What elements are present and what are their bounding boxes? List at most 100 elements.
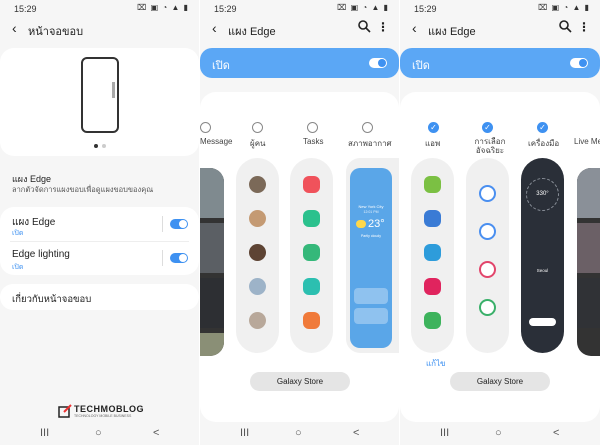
back-button[interactable]: < — [153, 427, 159, 439]
recent-apps-button[interactable]: III — [440, 427, 449, 439]
home-button[interactable]: ○ — [295, 427, 302, 439]
back-arrow-icon[interactable]: ‹ — [212, 20, 217, 36]
page-title: แผง Edge — [428, 26, 476, 38]
divider — [162, 250, 163, 266]
photo-thumbnail — [577, 168, 600, 218]
status-icons: ⌧ ▣ ◔ ▲ ▮ — [137, 3, 189, 12]
edge-lighting-toggle[interactable] — [170, 253, 188, 263]
flower-icon — [424, 278, 441, 295]
back-arrow-icon[interactable]: ‹ — [412, 20, 417, 36]
recent-apps-button[interactable]: III — [40, 427, 49, 439]
page-title: หน้าจอขอบ — [28, 26, 84, 38]
status-bar: 15:29 ⌧ ▣ ◔ ▲ ▮ — [400, 0, 600, 16]
watermark-subtitle: TECHNOLOGY MOBILE BUSINESS — [74, 414, 132, 418]
scan-icon — [303, 278, 320, 295]
clock-icon — [424, 210, 441, 227]
galaxy-store-button[interactable]: Galaxy Store — [250, 372, 350, 391]
calibrate-button[interactable] — [529, 318, 556, 326]
edge-screen-settings-panel: 15:29 ⌧ ▣ ◔ ▲ ▮ ‹ หน้าจอขอบ แผง Edge ลาก… — [0, 0, 199, 445]
weather-description: Partly cloudy — [360, 234, 382, 238]
checkmark-icon[interactable]: ✓ — [537, 122, 548, 133]
master-switch-bar[interactable]: เปิด — [400, 48, 600, 78]
checkmark-icon[interactable]: ✓ — [482, 122, 493, 133]
people-panel-preview[interactable] — [236, 158, 279, 353]
back-arrow-icon[interactable]: ‹ — [12, 20, 17, 36]
photo-thumbnail — [577, 278, 600, 328]
master-switch-bar[interactable]: เปิด — [200, 48, 399, 78]
panel-label-message: Message — [200, 137, 233, 146]
compass-city: Seoul — [536, 268, 549, 273]
photo-thumbnail — [200, 223, 224, 273]
back-button[interactable]: < — [553, 427, 559, 439]
more-options-icon[interactable]: ⋮ — [377, 20, 389, 34]
edge-lighting-label: Edge lighting — [12, 249, 70, 260]
message-panel-preview[interactable] — [200, 168, 224, 356]
message-icon — [303, 210, 320, 227]
more-options-icon[interactable]: ⋮ — [578, 20, 590, 34]
status-bar: 15:29 ⌧ ▣ ◔ ▲ ▮ — [200, 0, 399, 16]
photo-thumbnail — [577, 223, 600, 273]
about-edge-screen-row[interactable]: เกี่ยวกับหน้าจอขอบ — [0, 284, 199, 310]
edge-panels-toggle[interactable] — [170, 219, 188, 229]
tasks-panel-preview[interactable] — [290, 158, 333, 353]
techmoblog-logo-icon — [58, 404, 72, 418]
contact-avatar — [249, 210, 266, 227]
contact-avatar — [249, 244, 266, 261]
photo-thumbnail — [200, 168, 224, 218]
checkmark-icon[interactable]: ✓ — [428, 122, 439, 133]
tools-panel-preview[interactable]: 330° Seoul — [521, 158, 564, 353]
panel-select-radio[interactable] — [362, 122, 373, 133]
navigation-bar: III ○ < — [200, 423, 399, 445]
search-icon[interactable] — [357, 19, 371, 33]
status-icons: ⌧ ▣ ◔ ▲ ▮ — [337, 3, 389, 12]
techmoblog-watermark: TECHMOBLOG TECHNOLOGY MOBILE BUSINESS — [58, 404, 168, 420]
edit-icon — [303, 312, 320, 329]
edge-panels-row[interactable]: แผง Edge เปิด — [0, 207, 199, 241]
about-edge-screen-label: เกี่ยวกับหน้าจอขอบ — [12, 294, 92, 305]
status-bar: 15:29 ⌧ ▣ ◔ ▲ ▮ — [0, 0, 199, 16]
home-button[interactable]: ○ — [95, 427, 102, 439]
edge-panels-description: ลากตัวจัดการแผงขอบเพื่อดูแผงขอบของคุณ — [12, 185, 154, 194]
watermark-title: TECHMOBLOG — [74, 404, 144, 414]
panel-select-radio[interactable] — [307, 122, 318, 133]
page-title: แผง Edge — [228, 26, 276, 38]
back-button[interactable]: < — [353, 427, 359, 439]
apps-panel-preview[interactable] — [411, 158, 454, 353]
live-message-panel-preview[interactable] — [577, 168, 600, 356]
edge-panels-status: เปิด — [12, 230, 24, 237]
contact-avatar — [249, 278, 266, 295]
panel-label-apps: แอพ — [425, 139, 441, 148]
home-button[interactable]: ○ — [495, 427, 502, 439]
edge-panels-carousel: ✓ แอพ ✓ การเลือกอัจฉริยะ ✓ เครื่องมือ Li… — [400, 92, 600, 422]
master-switch-toggle[interactable] — [369, 58, 387, 68]
smart-select-panel-preview[interactable] — [466, 158, 509, 353]
search-icon[interactable] — [558, 19, 572, 33]
recent-apps-button[interactable]: III — [240, 427, 249, 439]
contact-avatar — [249, 312, 266, 329]
edge-panels-screen-selected: 15:29 ⌧ ▣ ◔ ▲ ▮ ‹ แผง Edge ⋮ เปิด ✓ แอพ … — [400, 0, 600, 445]
photo-thumbnail — [200, 333, 224, 356]
photo-thumbnail — [200, 278, 224, 328]
panel-label-tasks: Tasks — [303, 137, 324, 146]
gif-select-icon — [479, 261, 496, 278]
weather-widget: New York City 12:01 PM 23° Partly cloudy — [350, 168, 392, 348]
phone-illustration-card — [0, 48, 199, 156]
title-bar: ‹ หน้าจอขอบ — [0, 16, 199, 42]
panel-label-smart-select: การเลือกอัจฉริยะ — [474, 137, 506, 155]
panel-select-radio[interactable] — [252, 122, 263, 133]
edge-lighting-row[interactable]: Edge lighting เปิด — [0, 242, 199, 275]
edge-panels-carousel: Message ผู้คน Tasks สภาพอากาศ New York C… — [200, 92, 399, 422]
galaxy-store-button[interactable]: Galaxy Store — [450, 372, 550, 391]
calculator-icon — [424, 176, 441, 193]
master-switch-toggle[interactable] — [570, 58, 588, 68]
weather-panel-preview[interactable]: New York City 12:01 PM 23° Partly cloudy — [346, 158, 399, 353]
calendar-icon — [424, 312, 441, 329]
edge-panels-screen: 15:29 ⌧ ▣ ◔ ▲ ▮ ‹ แผง Edge ⋮ เปิด Messag… — [200, 0, 399, 445]
navigation-bar: III ○ < — [400, 423, 600, 445]
weather-temperature: 23° — [368, 218, 385, 230]
panel-select-radio[interactable] — [200, 122, 211, 133]
edit-link[interactable]: แก้ไข — [426, 357, 446, 370]
oval-select-icon — [479, 223, 496, 240]
status-icons: ⌧ ▣ ◔ ▲ ▮ — [538, 3, 590, 12]
master-switch-label: เปิด — [412, 60, 430, 72]
